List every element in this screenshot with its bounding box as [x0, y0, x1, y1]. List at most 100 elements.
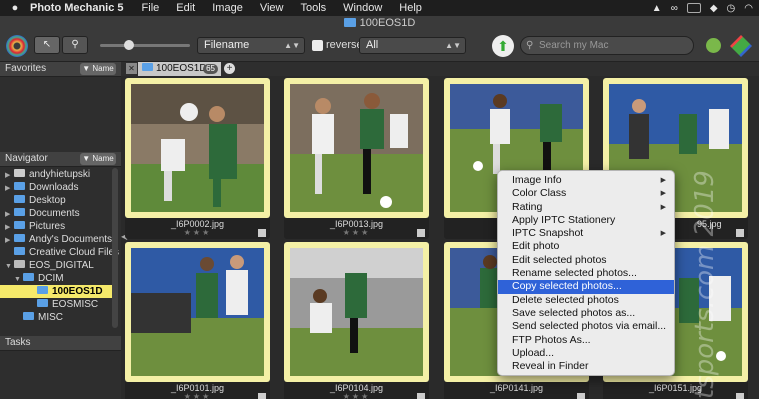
- menu-item-apply-iptc-stationery[interactable]: Apply IPTC Stationery: [498, 214, 674, 227]
- home-icon: [14, 169, 25, 177]
- menu-file[interactable]: File: [142, 2, 160, 14]
- rating-stars[interactable]: ★★★: [284, 392, 429, 399]
- menu-item-copy-selected[interactable]: Copy selected photos...: [498, 280, 674, 294]
- photo-thumbnail[interactable]: [290, 84, 423, 212]
- tab-100eos1d[interactable]: 100EOS1D 65: [138, 62, 221, 76]
- menu-item-edit-photo[interactable]: Edit photo: [498, 240, 674, 253]
- thumbnail-cell[interactable]: _I6P0101.jpg ★★★: [125, 242, 270, 399]
- apple-icon[interactable]: ●: [0, 2, 30, 14]
- navigator-header[interactable]: Navigator ▼ Name: [0, 152, 121, 167]
- tree-item-dcim[interactable]: ▼ DCIM: [14, 272, 64, 285]
- folder-icon: [343, 18, 356, 27]
- menu-item-iptc-snapshot[interactable]: IPTC Snapshot ▶: [498, 227, 674, 240]
- sort-select[interactable]: Filename ▲▼: [197, 37, 305, 54]
- gear-icon[interactable]: [6, 35, 28, 57]
- dropbox-icon[interactable]: ◆: [710, 3, 718, 14]
- rating-stars[interactable]: ★★★: [125, 228, 270, 238]
- thumbnail-caption: _I6P0104.jpg ★★★: [284, 382, 429, 399]
- favorites-name-button[interactable]: ▼ Name: [80, 63, 116, 75]
- folder-icon: [14, 182, 25, 190]
- upload-globe-icon[interactable]: ⬆: [492, 35, 514, 57]
- drive-icon: [14, 260, 25, 268]
- thumbnail-cell[interactable]: _I6P0104.jpg ★★★: [284, 242, 429, 399]
- tree-item-andys-documents[interactable]: ▶ Andy's Documents: [5, 233, 112, 246]
- context-menu: Image Info ▶ Color Class ▶ Rating ▶ Apply I…: [497, 170, 675, 376]
- tree-item-100eos1d[interactable]: 100EOS1D: [0, 285, 112, 298]
- eject-icon[interactable]: ▲: [652, 3, 662, 14]
- photo-thumbnail[interactable]: [131, 84, 264, 212]
- tag-checkbox[interactable]: [258, 229, 266, 237]
- menu-view[interactable]: View: [260, 2, 284, 14]
- navigator-scrollbar[interactable]: [112, 168, 118, 328]
- submenu-arrow-icon: ▶: [660, 203, 666, 211]
- slider-knob[interactable]: [124, 40, 134, 50]
- add-tab-icon[interactable]: +: [224, 63, 235, 74]
- creative-cloud-icon[interactable]: ∞: [671, 3, 678, 14]
- menu-window[interactable]: Window: [343, 2, 382, 14]
- app-logo-icon[interactable]: [730, 35, 752, 57]
- menu-item-rating[interactable]: Rating ▶: [498, 201, 674, 214]
- reverse-label: reverse: [326, 39, 363, 51]
- wifi-icon[interactable]: ◠: [744, 3, 753, 14]
- tree-item-home[interactable]: ▶ andyhietupski: [5, 168, 90, 181]
- reverse-checkbox[interactable]: [312, 40, 323, 51]
- tasks-header[interactable]: Tasks: [0, 336, 121, 351]
- menu-item-delete-selected[interactable]: Delete selected photos: [498, 294, 674, 307]
- tree-item-eos-digital[interactable]: ▼ EOS_DIGITAL: [5, 259, 94, 272]
- thumbnail-size-slider[interactable]: [100, 40, 190, 50]
- menu-item-edit-selected[interactable]: Edit selected photos: [498, 254, 674, 267]
- chevron-updown-icon: ▲▼: [284, 41, 300, 50]
- tree-item-creative-cloud[interactable]: Creative Cloud Files: [5, 246, 119, 259]
- folder-icon: [14, 234, 25, 242]
- thumbnail-cell[interactable]: _I6P0002.jpg ★★★: [125, 78, 270, 239]
- tag-checkbox[interactable]: [577, 393, 585, 399]
- folder-icon: [23, 312, 34, 320]
- menu-item-color-class[interactable]: Color Class ▶: [498, 187, 674, 200]
- close-icon[interactable]: ✕: [126, 63, 137, 74]
- menu-help[interactable]: Help: [399, 2, 422, 14]
- pointer-tool-button[interactable]: ↖: [34, 36, 60, 54]
- menu-item-save-selected-as[interactable]: Save selected photos as...: [498, 307, 674, 320]
- thumbnail-cell[interactable]: _I6P0013.jpg ★★★: [284, 78, 429, 239]
- tag-checkbox[interactable]: [258, 393, 266, 399]
- navigator-title: Navigator: [5, 153, 48, 164]
- tree-item-pictures[interactable]: ▶ Pictures: [5, 220, 65, 233]
- tag-checkbox[interactable]: [417, 229, 425, 237]
- window-title-text: 100EOS1D: [359, 17, 416, 29]
- folder-icon: [14, 195, 25, 203]
- photo-thumbnail[interactable]: [290, 248, 423, 376]
- menu-item-ftp-photos-as[interactable]: FTP Photos As...: [498, 334, 674, 347]
- folder-icon: [37, 299, 48, 307]
- sidebar: Favorites ▼ Name Navigator ▼ Name ▶ andyh…: [0, 62, 121, 399]
- menu-tools[interactable]: Tools: [300, 2, 326, 14]
- submenu-arrow-icon: ▶: [660, 190, 666, 198]
- zoom-tool-button[interactable]: ⚲: [62, 36, 88, 54]
- menu-app-name[interactable]: Photo Mechanic 5: [30, 2, 124, 14]
- photo-thumbnail[interactable]: [131, 248, 264, 376]
- sort-select-value: Filename: [204, 39, 250, 51]
- menu-image[interactable]: Image: [212, 2, 243, 14]
- favorites-header[interactable]: Favorites ▼ Name: [0, 62, 121, 77]
- rating-stars[interactable]: ★★★: [284, 228, 429, 238]
- menu-item-image-info[interactable]: Image Info ▶: [498, 174, 674, 187]
- folder-icon: [37, 286, 48, 294]
- tree-item-desktop[interactable]: Desktop: [5, 194, 66, 207]
- tree-item-misc[interactable]: MISC: [14, 311, 63, 324]
- status-indicator-icon[interactable]: [706, 38, 721, 53]
- tree-item-downloads[interactable]: ▶ Downloads: [5, 181, 78, 194]
- menu-item-rename-selected[interactable]: Rename selected photos...: [498, 267, 674, 280]
- menu-item-send-via-email[interactable]: Send selected photos via email...: [498, 320, 674, 333]
- filter-select[interactable]: All ▲▼: [359, 37, 466, 54]
- menu-item-upload[interactable]: Upload...: [498, 347, 674, 360]
- navigator-name-button[interactable]: ▼ Name: [80, 153, 116, 165]
- rating-stars[interactable]: ★★★: [125, 392, 270, 399]
- tree-item-documents[interactable]: ▶ Documents: [5, 207, 80, 220]
- collapse-triangle-icon[interactable]: ▼: [5, 260, 14, 273]
- tag-checkbox[interactable]: [417, 393, 425, 399]
- clock-icon[interactable]: ◷: [727, 3, 736, 14]
- menu-item-reveal-in-finder[interactable]: Reveal in Finder: [498, 360, 674, 373]
- search-input[interactable]: ⚲ Search my Mac: [520, 36, 694, 55]
- tree-item-eosmisc[interactable]: EOSMISC: [37, 298, 98, 311]
- menu-edit[interactable]: Edit: [176, 2, 195, 14]
- display-icon[interactable]: [686, 3, 701, 13]
